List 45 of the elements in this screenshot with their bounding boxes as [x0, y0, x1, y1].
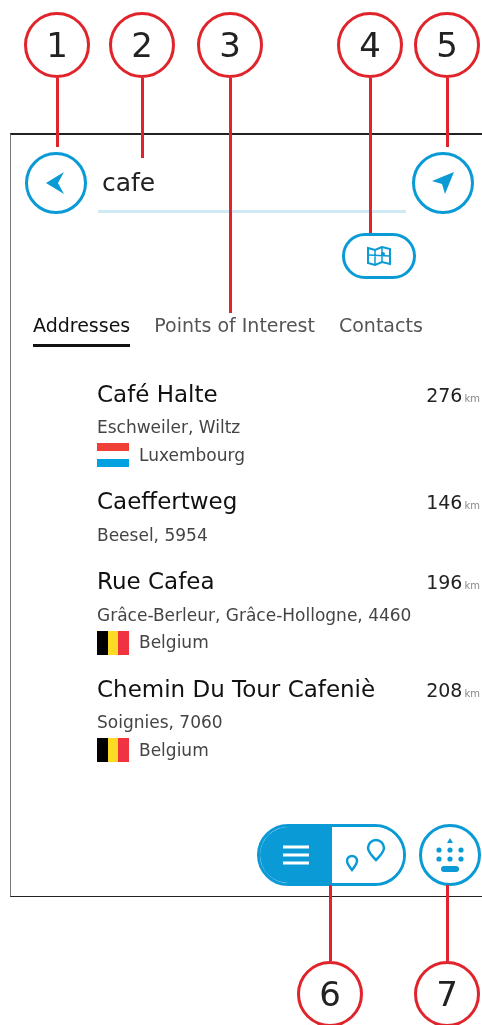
search-input: cafe — [98, 164, 406, 202]
country-name: Belgium — [139, 738, 209, 762]
leader-line — [446, 78, 449, 147]
country-name: Luxembourg — [139, 443, 245, 467]
callout-badge: 5 — [414, 12, 480, 78]
distance-value: 276 — [426, 382, 463, 408]
map-button[interactable] — [342, 233, 416, 279]
tab[interactable]: Addresses — [33, 311, 131, 347]
back-button[interactable] — [25, 151, 87, 214]
keypad-icon — [434, 838, 466, 872]
leader-line — [56, 78, 59, 147]
result-address: Soignies, 7060 — [97, 711, 224, 734]
result-name: Café Halte — [97, 379, 218, 409]
distance-unit: km — [464, 499, 480, 513]
callout-badge: 2 — [109, 12, 175, 78]
result-address: Beesel, 5954 — [97, 523, 209, 547]
flag-icon — [97, 630, 129, 655]
result-address: Grâce-Berleur, Grâce-Hollogne, 4460 — [97, 603, 413, 627]
distance-unit: km — [464, 579, 480, 593]
distance-value: 208 — [426, 677, 463, 703]
list-icon — [280, 844, 311, 866]
distance-value: 196 — [426, 570, 463, 595]
result-address: Eschweiler, Wiltz — [97, 416, 242, 439]
map-icon — [366, 246, 392, 266]
result-name: Rue Cafea — [97, 567, 215, 596]
country-name: Belgium — [139, 631, 209, 654]
callout-badge: 6 — [297, 961, 363, 1025]
distance-unit: km — [464, 391, 480, 406]
view-toggle[interactable] — [257, 824, 406, 886]
back-arrow-icon — [46, 171, 66, 194]
locate-button[interactable] — [412, 151, 474, 214]
tab[interactable]: Contacts — [338, 311, 423, 347]
flag-icon — [97, 443, 129, 468]
result-name: Caeffertweg — [97, 487, 238, 516]
callout-badge: 4 — [337, 12, 403, 78]
tab[interactable]: Points of Interest — [154, 311, 315, 347]
distance-unit: km — [464, 686, 480, 701]
callout-badge: 3 — [197, 12, 263, 78]
callout-badge: 1 — [24, 12, 90, 78]
flag-icon — [97, 738, 129, 763]
distance-value: 146 — [426, 490, 463, 515]
result-name: Chemin Du Tour Cafeniè — [97, 674, 376, 704]
callout-badge: 7 — [414, 961, 480, 1025]
navigation-arrow-icon — [432, 171, 454, 194]
keyboard-button[interactable] — [419, 824, 481, 886]
